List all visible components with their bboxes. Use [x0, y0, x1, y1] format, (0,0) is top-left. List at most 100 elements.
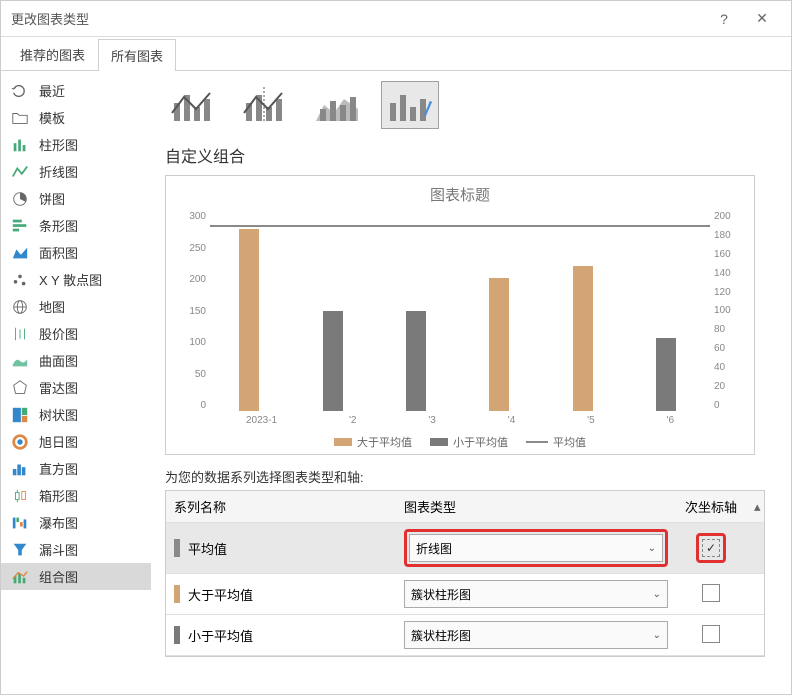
series-name: 平均值 [188, 539, 227, 558]
stock-icon [11, 325, 29, 343]
side-label: 模板 [39, 108, 65, 127]
side-label: X Y 散点图 [39, 270, 102, 289]
histogram-icon [11, 460, 29, 478]
section-title: 自定义组合 [165, 143, 777, 167]
tab-bar: 推荐的图表 所有图表 [1, 41, 791, 71]
side-stock[interactable]: 股价图 [1, 320, 151, 347]
series-swatch [174, 539, 180, 557]
series-type-select[interactable]: 簇状柱形图⌄ [404, 580, 668, 608]
side-sunburst[interactable]: 旭日图 [1, 428, 151, 455]
side-label: 柱形图 [39, 135, 78, 154]
combo-thumb-custom[interactable] [381, 81, 439, 129]
side-label: 最近 [39, 81, 65, 100]
treemap-icon [11, 406, 29, 424]
series-table: 系列名称 图表类型 次坐标轴 ▴ 平均值 折线图⌄ ✓ 大于平均值 簇状柱形图⌄… [165, 490, 765, 657]
side-label: 股价图 [39, 324, 78, 343]
col-header-axis: 次坐标轴 [676, 491, 746, 522]
side-label: 直方图 [39, 459, 78, 478]
side-label: 雷达图 [39, 378, 78, 397]
help-button[interactable]: ? [705, 11, 743, 27]
chart-preview[interactable]: 图表标题 300250200150100500 2001801601401201… [165, 175, 755, 455]
titlebar: 更改图表类型 ? ✕ [1, 1, 791, 37]
chevron-down-icon: ⌄ [653, 630, 661, 641]
line-icon [11, 163, 29, 181]
map-icon [11, 298, 29, 316]
sunburst-icon [11, 433, 29, 451]
side-label: 饼图 [39, 189, 65, 208]
pie-icon [11, 190, 29, 208]
plot-area: 300250200150100500 200180160140120100806… [210, 211, 710, 411]
combo-thumb-3[interactable] [309, 81, 367, 129]
side-label: 地图 [39, 297, 65, 316]
side-combo[interactable]: 组合图 [1, 563, 151, 590]
box-icon [11, 487, 29, 505]
bar-icon [11, 217, 29, 235]
close-button[interactable]: ✕ [743, 10, 781, 27]
side-label: 箱形图 [39, 486, 78, 505]
chart-legend: 大于平均值 小于平均值 平均值 [174, 434, 746, 450]
series-name: 小于平均值 [188, 626, 253, 645]
series-row-avg[interactable]: 平均值 折线图⌄ ✓ [166, 523, 764, 574]
side-column[interactable]: 柱形图 [1, 131, 151, 158]
series-swatch [174, 626, 180, 644]
side-surface[interactable]: 曲面图 [1, 347, 151, 374]
side-area[interactable]: 面积图 [1, 239, 151, 266]
funnel-icon [11, 541, 29, 559]
side-label: 曲面图 [39, 351, 78, 370]
secondary-axis-checkbox[interactable] [702, 625, 720, 643]
side-line[interactable]: 折线图 [1, 158, 151, 185]
chevron-down-icon: ⌄ [653, 589, 661, 600]
side-box[interactable]: 箱形图 [1, 482, 151, 509]
side-label: 树状图 [39, 405, 78, 424]
side-waterfall[interactable]: 瀑布图 [1, 509, 151, 536]
side-label: 瀑布图 [39, 513, 78, 532]
chart-category-sidebar: 最近 模板 柱形图 折线图 饼图 条形图 面积图 X Y 散点图 地图 股价图 … [1, 71, 151, 694]
waterfall-icon [11, 514, 29, 532]
secondary-axis-checkbox[interactable]: ✓ [702, 539, 720, 557]
side-pie[interactable]: 饼图 [1, 185, 151, 212]
series-type-select[interactable]: 折线图⌄ [409, 534, 663, 562]
scroll-up-icon[interactable]: ▴ [746, 493, 764, 521]
side-radar[interactable]: 雷达图 [1, 374, 151, 401]
scatter-icon [11, 271, 29, 289]
series-table-header: 系列名称 图表类型 次坐标轴 ▴ [166, 491, 764, 523]
col-header-type: 图表类型 [396, 491, 676, 522]
col-header-name: 系列名称 [166, 491, 396, 522]
side-recent[interactable]: 最近 [1, 77, 151, 104]
tab-all-charts[interactable]: 所有图表 [98, 39, 176, 71]
column-icon [11, 136, 29, 154]
series-row-lt[interactable]: 小于平均值 簇状柱形图⌄ [166, 615, 764, 656]
content-area: 自定义组合 图表标题 300250200150100500 2001801601… [151, 71, 791, 694]
side-histogram[interactable]: 直方图 [1, 455, 151, 482]
area-icon [11, 244, 29, 262]
side-treemap[interactable]: 树状图 [1, 401, 151, 428]
side-label: 漏斗图 [39, 540, 78, 559]
series-swatch [174, 585, 180, 603]
side-bar[interactable]: 条形图 [1, 212, 151, 239]
x-axis: 2023-1'2'3'4'5'6 [174, 415, 746, 426]
folder-icon [11, 109, 29, 127]
side-template[interactable]: 模板 [1, 104, 151, 131]
combo-subtype-row [165, 81, 777, 129]
series-type-select[interactable]: 簇状柱形图⌄ [404, 621, 668, 649]
y-axis-right: 200180160140120100806040200 [714, 211, 744, 411]
radar-icon [11, 379, 29, 397]
side-label: 面积图 [39, 243, 78, 262]
side-funnel[interactable]: 漏斗图 [1, 536, 151, 563]
secondary-axis-checkbox[interactable] [702, 584, 720, 602]
recent-icon [11, 82, 29, 100]
side-label: 组合图 [39, 567, 78, 586]
combo-thumb-1[interactable] [165, 81, 223, 129]
combo-thumb-2[interactable] [237, 81, 295, 129]
side-label: 折线图 [39, 162, 78, 181]
chart-title: 图表标题 [174, 184, 746, 205]
side-label: 条形图 [39, 216, 78, 235]
tab-recommended[interactable]: 推荐的图表 [7, 38, 98, 70]
window-title: 更改图表类型 [11, 9, 705, 28]
series-prompt: 为您的数据系列选择图表类型和轴: [165, 467, 777, 486]
series-row-gt[interactable]: 大于平均值 簇状柱形图⌄ [166, 574, 764, 615]
series-name: 大于平均值 [188, 585, 253, 604]
side-label: 旭日图 [39, 432, 78, 451]
side-scatter[interactable]: X Y 散点图 [1, 266, 151, 293]
side-map[interactable]: 地图 [1, 293, 151, 320]
